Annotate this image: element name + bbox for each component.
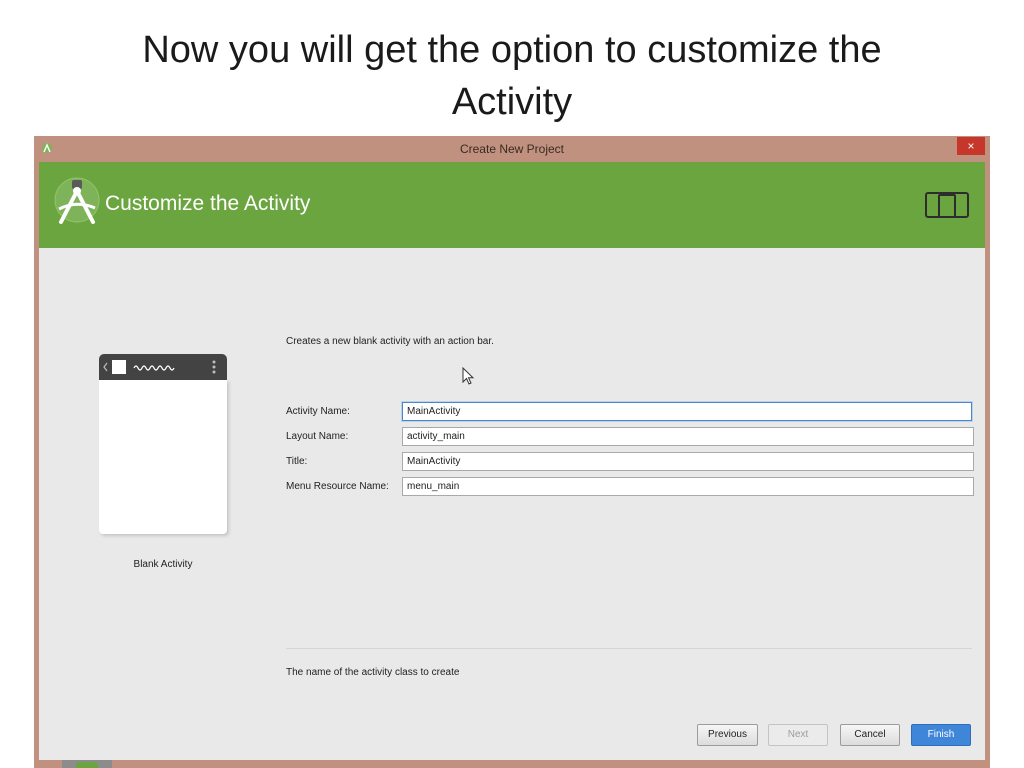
- next-button[interactable]: Next: [768, 724, 828, 746]
- slide-title-line-1: Now you will get the option to customize…: [142, 29, 882, 71]
- title-label: Title:: [286, 456, 308, 467]
- cancel-button[interactable]: Cancel: [840, 724, 900, 746]
- preview-action-bar: [99, 354, 227, 380]
- layout-name-label: Layout Name:: [286, 431, 349, 442]
- title-field[interactable]: [402, 452, 974, 471]
- template-description: Creates a new blank activity with an act…: [286, 336, 494, 347]
- device-form-factor-icon: [925, 192, 969, 218]
- slide-title-line-2: Activity: [451, 81, 573, 123]
- blank-activity-preview[interactable]: [99, 354, 227, 536]
- activity-name-label: Activity Name:: [286, 406, 350, 417]
- template-name-label: Blank Activity: [133, 559, 193, 570]
- android-studio-logo-icon: [54, 177, 100, 224]
- field-hint: The name of the activity class to create: [286, 667, 460, 678]
- previous-button[interactable]: Previous: [697, 724, 758, 746]
- menu-resource-name-field[interactable]: [402, 477, 974, 496]
- create-new-project-window: Create New Project × Customize the Activ…: [34, 136, 990, 766]
- window-titlebar[interactable]: Create New Project ×: [34, 136, 990, 162]
- layout-name-field[interactable]: [402, 427, 974, 446]
- wizard-header: Customize the Activity: [39, 162, 985, 248]
- divider: [286, 648, 972, 649]
- wizard-content: Customize the Activity Creates a new bla…: [39, 162, 985, 760]
- taskbar-app-icon: [76, 762, 98, 768]
- finish-button[interactable]: Finish: [911, 724, 971, 746]
- taskbar: [34, 760, 990, 768]
- slide-title: Now you will get the option to customize…: [0, 24, 1024, 128]
- menu-resource-name-label: Menu Resource Name:: [286, 481, 389, 492]
- close-button[interactable]: ×: [957, 137, 985, 155]
- activity-name-field[interactable]: [402, 402, 972, 421]
- preview-screen: [99, 380, 227, 534]
- mouse-pointer-icon: [462, 367, 475, 385]
- action-bar-glyphs-icon: [103, 360, 216, 374]
- wizard-heading: Customize the Activity: [105, 192, 311, 215]
- window-title: Create New Project: [459, 142, 565, 156]
